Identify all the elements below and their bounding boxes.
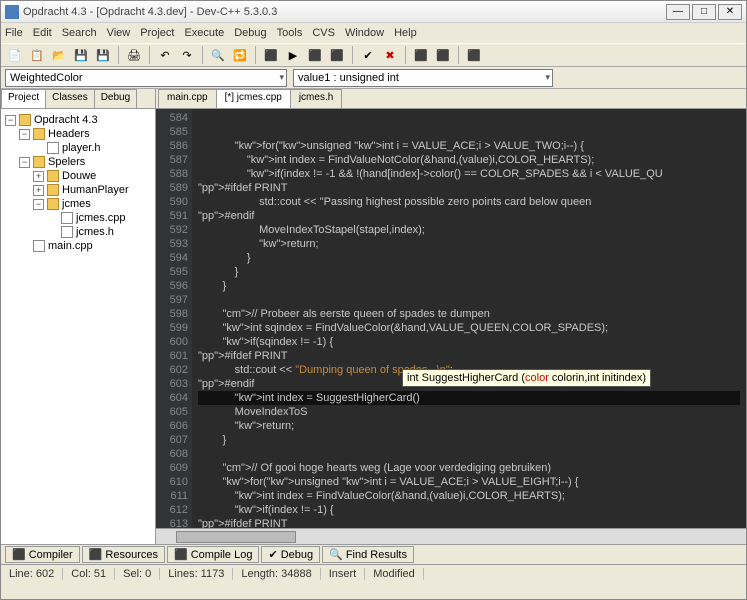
menu-window[interactable]: Window — [345, 27, 384, 39]
tab-find-results[interactable]: 🔍Find Results — [322, 546, 414, 563]
member-combo[interactable]: value1 : unsigned int — [293, 69, 553, 87]
tab-debug[interactable]: Debug — [94, 89, 137, 108]
menu-edit[interactable]: Edit — [33, 27, 52, 39]
minimize-button[interactable]: — — [666, 4, 690, 20]
goto-icon[interactable]: ⬛ — [464, 45, 484, 65]
app-icon — [5, 5, 19, 19]
menu-cvs[interactable]: CVS — [312, 27, 335, 39]
undo-icon[interactable]: ↶ — [155, 45, 175, 65]
file-icon — [33, 240, 45, 252]
debug-icon[interactable]: ✔ — [358, 45, 378, 65]
file-icon — [61, 212, 73, 224]
tree-main-cpp[interactable]: main.cpp — [48, 240, 93, 252]
tree-headers[interactable]: Headers — [48, 128, 90, 140]
folder-icon — [47, 198, 59, 210]
param-tooltip: int SuggestHigherCard (color colorin,int… — [402, 369, 651, 387]
menu-view[interactable]: View — [107, 27, 131, 39]
horizontal-scrollbar[interactable] — [156, 528, 746, 544]
tree-jcmes-h[interactable]: jcmes.h — [76, 226, 114, 238]
tree-douwe[interactable]: Douwe — [62, 170, 96, 182]
print-icon[interactable]: 🖨 — [124, 45, 144, 65]
status-sel: Sel: 0 — [115, 568, 160, 580]
folder-icon — [47, 184, 59, 196]
profile-icon[interactable]: ⬛ — [411, 45, 431, 65]
tab-project[interactable]: Project — [1, 89, 46, 108]
tab-compile-log[interactable]: ⬛Compile Log — [167, 546, 259, 563]
save-icon[interactable]: 💾 — [71, 45, 91, 65]
tab-resources[interactable]: ⬛Resources — [82, 546, 165, 563]
menu-tools[interactable]: Tools — [277, 27, 303, 39]
menu-help[interactable]: Help — [394, 27, 417, 39]
file-icon — [61, 226, 73, 238]
compile-icon[interactable]: ⬛ — [261, 45, 281, 65]
tree-jcmes-cpp[interactable]: jcmes.cpp — [76, 212, 126, 224]
tree-player-h[interactable]: player.h — [62, 142, 101, 154]
tree-spelers[interactable]: Spelers — [48, 156, 85, 168]
tree-root[interactable]: Opdracht 4.3 — [34, 114, 98, 126]
folder-icon — [33, 156, 45, 168]
project-tree[interactable]: −Opdracht 4.3 −Headers player.h −Spelers… — [1, 109, 155, 544]
code-editor[interactable]: 5845855865875885895905915925935945955965… — [156, 109, 746, 528]
open-icon[interactable]: 📂 — [49, 45, 69, 65]
status-length: Length: 34888 — [233, 568, 320, 580]
folder-icon — [47, 170, 59, 182]
scroll-thumb[interactable] — [176, 531, 296, 543]
redo-icon[interactable]: ↷ — [177, 45, 197, 65]
class-combo[interactable]: WeightedColor — [5, 69, 287, 87]
replace-icon[interactable]: 🔁 — [230, 45, 250, 65]
delete-profile-icon[interactable]: ⬛ — [433, 45, 453, 65]
run-icon[interactable]: ▶ — [283, 45, 303, 65]
file-icon — [47, 142, 59, 154]
tab-debug-bottom[interactable]: ✔Debug — [261, 546, 320, 563]
status-line: Line: 602 — [1, 568, 63, 580]
tree-jcmes[interactable]: jcmes — [62, 198, 91, 210]
menu-execute[interactable]: Execute — [184, 27, 224, 39]
project-icon — [19, 114, 31, 126]
file-tab-jcmes-cpp[interactable]: [*] jcmes.cpp — [216, 89, 291, 108]
menubar: File Edit Search View Project Execute De… — [1, 23, 746, 43]
find-icon[interactable]: 🔍 — [208, 45, 228, 65]
save-all-icon[interactable]: 💾 — [93, 45, 113, 65]
status-bar: Line: 602 Col: 51 Sel: 0 Lines: 1173 Len… — [1, 564, 746, 582]
rebuild-icon[interactable]: ⬛ — [327, 45, 347, 65]
tab-compiler[interactable]: ⬛Compiler — [5, 546, 80, 563]
window-title: Opdracht 4.3 - [Opdracht 4.3.dev] - Dev-… — [23, 6, 666, 18]
menu-file[interactable]: File — [5, 27, 23, 39]
tree-humanplayer[interactable]: HumanPlayer — [62, 184, 129, 196]
status-modified: Modified — [365, 568, 424, 580]
file-tab-main[interactable]: main.cpp — [158, 89, 217, 108]
status-lines: Lines: 1173 — [160, 568, 233, 580]
code-area[interactable]: "kw">for("kw">unsigned "kw">int i = VALU… — [192, 109, 746, 528]
line-gutter: 5845855865875885895905915925935945955965… — [156, 109, 192, 528]
maximize-button[interactable]: □ — [692, 4, 716, 20]
stop-icon[interactable]: ✖ — [380, 45, 400, 65]
menu-search[interactable]: Search — [62, 27, 97, 39]
new-file-icon[interactable]: 📄 — [5, 45, 25, 65]
folder-icon — [33, 128, 45, 140]
new-project-icon[interactable]: 📋 — [27, 45, 47, 65]
status-col: Col: 51 — [63, 568, 115, 580]
bottom-tabs: ⬛Compiler ⬛Resources ⬛Compile Log ✔Debug… — [1, 544, 746, 564]
toolbar: 📄 📋 📂 💾 💾 🖨 ↶ ↷ 🔍 🔁 ⬛ ▶ ⬛ ⬛ ✔ ✖ ⬛ ⬛ ⬛ — [1, 43, 746, 67]
compile-run-icon[interactable]: ⬛ — [305, 45, 325, 65]
status-insert: Insert — [321, 568, 366, 580]
menu-debug[interactable]: Debug — [234, 27, 266, 39]
close-button[interactable]: ✕ — [718, 4, 742, 20]
file-tab-jcmes-h[interactable]: jcmes.h — [290, 89, 342, 108]
tab-classes[interactable]: Classes — [45, 89, 95, 108]
menu-project[interactable]: Project — [140, 27, 174, 39]
